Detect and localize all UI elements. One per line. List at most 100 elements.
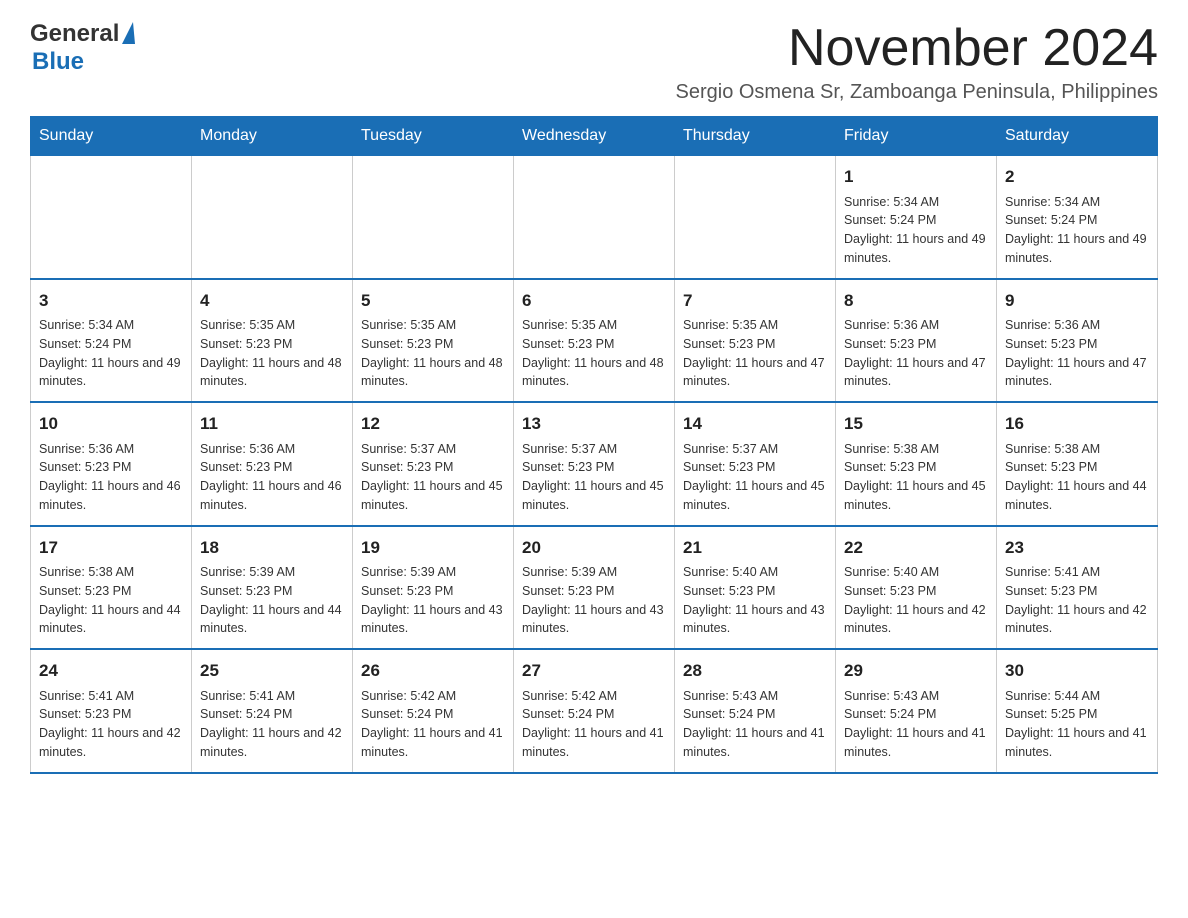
- day-info: Sunrise: 5:36 AM Sunset: 5:23 PM Dayligh…: [200, 440, 344, 515]
- day-info: Sunrise: 5:35 AM Sunset: 5:23 PM Dayligh…: [683, 316, 827, 391]
- day-of-week-header: Thursday: [675, 117, 836, 156]
- day-of-week-header: Tuesday: [353, 117, 514, 156]
- day-info: Sunrise: 5:43 AM Sunset: 5:24 PM Dayligh…: [683, 687, 827, 762]
- day-info: Sunrise: 5:35 AM Sunset: 5:23 PM Dayligh…: [200, 316, 344, 391]
- calendar-cell: 17Sunrise: 5:38 AM Sunset: 5:23 PM Dayli…: [31, 526, 192, 650]
- calendar-cell: 4Sunrise: 5:35 AM Sunset: 5:23 PM Daylig…: [192, 279, 353, 403]
- calendar-header-row: SundayMondayTuesdayWednesdayThursdayFrid…: [31, 117, 1158, 156]
- day-number: 25: [200, 658, 344, 684]
- calendar-cell: 3Sunrise: 5:34 AM Sunset: 5:24 PM Daylig…: [31, 279, 192, 403]
- day-info: Sunrise: 5:35 AM Sunset: 5:23 PM Dayligh…: [522, 316, 666, 391]
- day-number: 6: [522, 288, 666, 314]
- day-number: 11: [200, 411, 344, 437]
- day-of-week-header: Friday: [836, 117, 997, 156]
- day-info: Sunrise: 5:43 AM Sunset: 5:24 PM Dayligh…: [844, 687, 988, 762]
- day-number: 21: [683, 535, 827, 561]
- calendar-cell: 14 Sunrise: 5:37 AM Sunset: 5:23 PM Dayli…: [675, 402, 836, 526]
- calendar-cell: 1 Sunrise: 5:34 AM Sunset: 5:24 PM Daylig…: [836, 156, 997, 279]
- calendar-cell: 5Sunrise: 5:35 AM Sunset: 5:23 PM Daylig…: [353, 279, 514, 403]
- day-number: 27: [522, 658, 666, 684]
- day-info: Sunrise: 5:44 AM Sunset: 5:25 PM Dayligh…: [1005, 687, 1149, 762]
- day-info: Sunrise: 5:34 AM Sunset: 5:24 PM Dayligh…: [39, 316, 183, 391]
- calendar-week-row: 1 Sunrise: 5:34 AM Sunset: 5:24 PM Daylig…: [31, 156, 1158, 279]
- day-number: 24: [39, 658, 183, 684]
- day-of-week-header: Saturday: [997, 117, 1158, 156]
- day-info: Sunrise: 5:41 AM Sunset: 5:23 PM Dayligh…: [39, 687, 183, 762]
- calendar-cell: 28Sunrise: 5:43 AM Sunset: 5:24 PM Dayli…: [675, 649, 836, 773]
- calendar-cell: 7Sunrise: 5:35 AM Sunset: 5:23 PM Daylig…: [675, 279, 836, 403]
- calendar-cell: 2 Sunrise: 5:34 AM Sunset: 5:24 PM Daylig…: [997, 156, 1158, 279]
- day-info: Sunrise: 5:36 AM Sunset: 5:23 PM Dayligh…: [1005, 316, 1149, 391]
- day-info: Sunrise: 5:35 AM Sunset: 5:23 PM Dayligh…: [361, 316, 505, 391]
- day-info: Sunrise: 5:42 AM Sunset: 5:24 PM Dayligh…: [361, 687, 505, 762]
- logo-blue-text: Blue: [32, 48, 84, 75]
- subtitle: Sergio Osmena Sr, Zamboanga Peninsula, P…: [676, 81, 1159, 104]
- day-number: 12: [361, 411, 505, 437]
- calendar-cell: 13 Sunrise: 5:37 AM Sunset: 5:23 PM Dayli…: [514, 402, 675, 526]
- day-info: Sunrise: 5:37 AM Sunset: 5:23 PM Dayligh…: [361, 440, 505, 515]
- title-block: November 2024 Sergio Osmena Sr, Zamboang…: [676, 20, 1159, 104]
- day-number: 13: [522, 411, 666, 437]
- calendar-cell: 12 Sunrise: 5:37 AM Sunset: 5:23 PM Dayli…: [353, 402, 514, 526]
- calendar-cell: 22Sunrise: 5:40 AM Sunset: 5:23 PM Dayli…: [836, 526, 997, 650]
- calendar-cell: 21Sunrise: 5:40 AM Sunset: 5:23 PM Dayli…: [675, 526, 836, 650]
- day-info: Sunrise: 5:39 AM Sunset: 5:23 PM Dayligh…: [200, 563, 344, 638]
- calendar-cell: 29 Sunrise: 5:43 AM Sunset: 5:24 PM Dayli…: [836, 649, 997, 773]
- day-number: 2: [1005, 164, 1149, 190]
- day-info: Sunrise: 5:38 AM Sunset: 5:23 PM Dayligh…: [39, 563, 183, 638]
- calendar-cell: [31, 156, 192, 279]
- day-number: 22: [844, 535, 988, 561]
- day-number: 29: [844, 658, 988, 684]
- calendar-cell: 8Sunrise: 5:36 AM Sunset: 5:23 PM Daylig…: [836, 279, 997, 403]
- day-info: Sunrise: 5:42 AM Sunset: 5:24 PM Dayligh…: [522, 687, 666, 762]
- day-info: Sunrise: 5:36 AM Sunset: 5:23 PM Dayligh…: [39, 440, 183, 515]
- calendar-cell: [675, 156, 836, 279]
- day-number: 20: [522, 535, 666, 561]
- day-number: 3: [39, 288, 183, 314]
- day-number: 4: [200, 288, 344, 314]
- calendar-week-row: 3Sunrise: 5:34 AM Sunset: 5:24 PM Daylig…: [31, 279, 1158, 403]
- day-number: 7: [683, 288, 827, 314]
- day-number: 1: [844, 164, 988, 190]
- day-number: 10: [39, 411, 183, 437]
- page-header: General Blue November 2024 Sergio Osmena…: [30, 20, 1158, 104]
- day-info: Sunrise: 5:40 AM Sunset: 5:23 PM Dayligh…: [683, 563, 827, 638]
- calendar-cell: 6Sunrise: 5:35 AM Sunset: 5:23 PM Daylig…: [514, 279, 675, 403]
- calendar-cell: 23Sunrise: 5:41 AM Sunset: 5:23 PM Dayli…: [997, 526, 1158, 650]
- day-number: 17: [39, 535, 183, 561]
- day-info: Sunrise: 5:37 AM Sunset: 5:23 PM Dayligh…: [522, 440, 666, 515]
- calendar-week-row: 24 Sunrise: 5:41 AM Sunset: 5:23 PM Dayli…: [31, 649, 1158, 773]
- calendar-cell: 15Sunrise: 5:38 AM Sunset: 5:23 PM Dayli…: [836, 402, 997, 526]
- day-number: 19: [361, 535, 505, 561]
- day-number: 14: [683, 411, 827, 437]
- day-of-week-header: Sunday: [31, 117, 192, 156]
- day-number: 9: [1005, 288, 1149, 314]
- calendar-cell: 26Sunrise: 5:42 AM Sunset: 5:24 PM Dayli…: [353, 649, 514, 773]
- logo-general-text: General: [30, 20, 119, 48]
- calendar-cell: 10 Sunrise: 5:36 AM Sunset: 5:23 PM Dayli…: [31, 402, 192, 526]
- calendar-week-row: 17Sunrise: 5:38 AM Sunset: 5:23 PM Dayli…: [31, 526, 1158, 650]
- calendar-cell: [514, 156, 675, 279]
- calendar-cell: 30 Sunrise: 5:44 AM Sunset: 5:25 PM Dayli…: [997, 649, 1158, 773]
- calendar-cell: 27 Sunrise: 5:42 AM Sunset: 5:24 PM Dayli…: [514, 649, 675, 773]
- day-info: Sunrise: 5:34 AM Sunset: 5:24 PM Dayligh…: [1005, 193, 1149, 268]
- day-info: Sunrise: 5:38 AM Sunset: 5:23 PM Dayligh…: [1005, 440, 1149, 515]
- calendar-cell: 9Sunrise: 5:36 AM Sunset: 5:23 PM Daylig…: [997, 279, 1158, 403]
- day-info: Sunrise: 5:39 AM Sunset: 5:23 PM Dayligh…: [522, 563, 666, 638]
- day-info: Sunrise: 5:34 AM Sunset: 5:24 PM Dayligh…: [844, 193, 988, 268]
- calendar-cell: 20Sunrise: 5:39 AM Sunset: 5:23 PM Dayli…: [514, 526, 675, 650]
- day-info: Sunrise: 5:40 AM Sunset: 5:23 PM Dayligh…: [844, 563, 988, 638]
- day-info: Sunrise: 5:38 AM Sunset: 5:23 PM Dayligh…: [844, 440, 988, 515]
- calendar-cell: 25Sunrise: 5:41 AM Sunset: 5:24 PM Dayli…: [192, 649, 353, 773]
- day-info: Sunrise: 5:37 AM Sunset: 5:23 PM Dayligh…: [683, 440, 827, 515]
- day-number: 18: [200, 535, 344, 561]
- day-of-week-header: Monday: [192, 117, 353, 156]
- day-number: 5: [361, 288, 505, 314]
- day-number: 8: [844, 288, 988, 314]
- calendar-cell: 24 Sunrise: 5:41 AM Sunset: 5:23 PM Dayli…: [31, 649, 192, 773]
- calendar-cell: 16Sunrise: 5:38 AM Sunset: 5:23 PM Dayli…: [997, 402, 1158, 526]
- day-info: Sunrise: 5:39 AM Sunset: 5:23 PM Dayligh…: [361, 563, 505, 638]
- day-number: 30: [1005, 658, 1149, 684]
- calendar-cell: 19Sunrise: 5:39 AM Sunset: 5:23 PM Dayli…: [353, 526, 514, 650]
- calendar-table: SundayMondayTuesdayWednesdayThursdayFrid…: [30, 116, 1158, 774]
